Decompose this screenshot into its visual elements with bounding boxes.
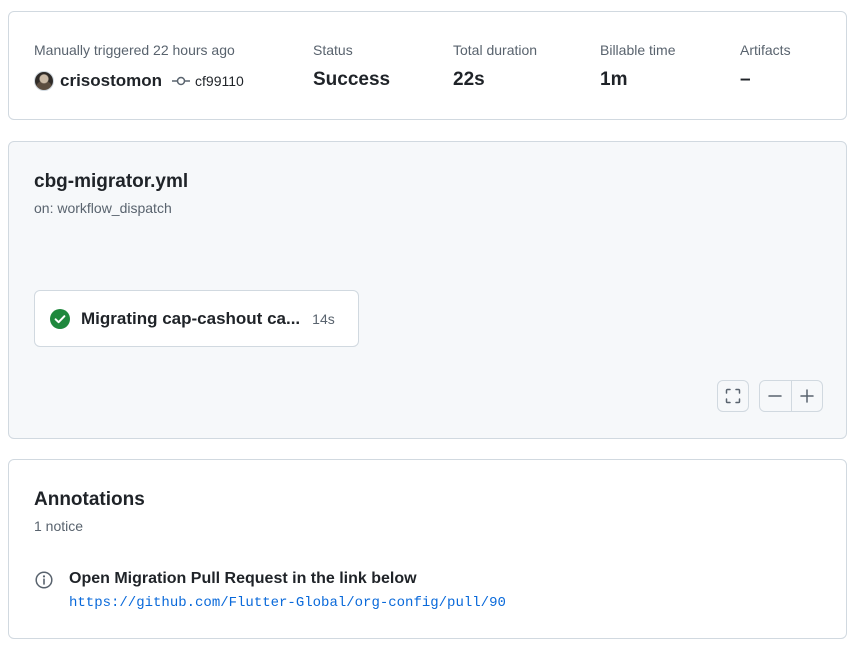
workflow-trigger: on: workflow_dispatch	[34, 200, 172, 216]
avatar[interactable]	[34, 71, 54, 91]
duration-label: Total duration	[453, 42, 538, 58]
commit-sha-link[interactable]: cf99110	[195, 73, 244, 89]
annotation-link[interactable]: https://github.com/Flutter-Global/org-co…	[69, 595, 506, 611]
artifacts-value: –	[740, 69, 751, 90]
job-duration: 14s	[312, 310, 335, 327]
check-circle-icon	[50, 308, 70, 329]
zoom-out-button[interactable]	[760, 381, 791, 411]
duration-column: Total duration 22s	[453, 40, 537, 92]
zoom-in-button[interactable]	[790, 381, 823, 411]
annotations-card: Annotations 1 notice Open Migration Pull…	[8, 459, 847, 639]
job-node[interactable]: Migrating cap-cashout ca... 14s	[34, 290, 359, 347]
zoom-in-icon	[799, 388, 815, 404]
workflow-graph-card: cbg-migrator.yml on: workflow_dispatch M…	[8, 141, 847, 439]
zoom-controls	[759, 380, 823, 412]
annotations-title: Annotations	[34, 489, 145, 510]
fullscreen-button[interactable]	[717, 380, 749, 412]
billable-column: Billable time 1m	[600, 40, 675, 92]
artifacts-label: Artifacts	[740, 42, 791, 58]
zoom-out-icon	[767, 388, 783, 404]
billable-value: 1m	[600, 69, 628, 90]
info-icon	[35, 571, 53, 589]
run-summary-card: Manually triggered 22 hours ago crisosto…	[8, 11, 847, 120]
trigger-column: Manually triggered 22 hours ago crisosto…	[34, 40, 244, 93]
artifacts-column: Artifacts –	[740, 40, 791, 92]
trigger-label: Manually triggered 22 hours ago	[34, 42, 235, 58]
billable-label: Billable time	[600, 42, 676, 58]
workflow-file-name: cbg-migrator.yml	[34, 171, 189, 192]
status-column: Status Success	[313, 40, 390, 92]
status-label: Status	[313, 42, 353, 58]
annotation-title: Open Migration Pull Request in the link …	[69, 570, 417, 587]
job-name: Migrating cap-cashout ca...	[81, 308, 301, 328]
git-commit-icon	[172, 75, 191, 87]
duration-value: 22s	[453, 69, 485, 90]
fullscreen-icon	[725, 388, 741, 404]
status-value: Success	[313, 69, 391, 90]
annotations-count: 1 notice	[34, 518, 84, 534]
actor-link[interactable]: crisostomon	[60, 71, 162, 91]
trigger-details: crisostomon cf99110	[34, 69, 244, 93]
